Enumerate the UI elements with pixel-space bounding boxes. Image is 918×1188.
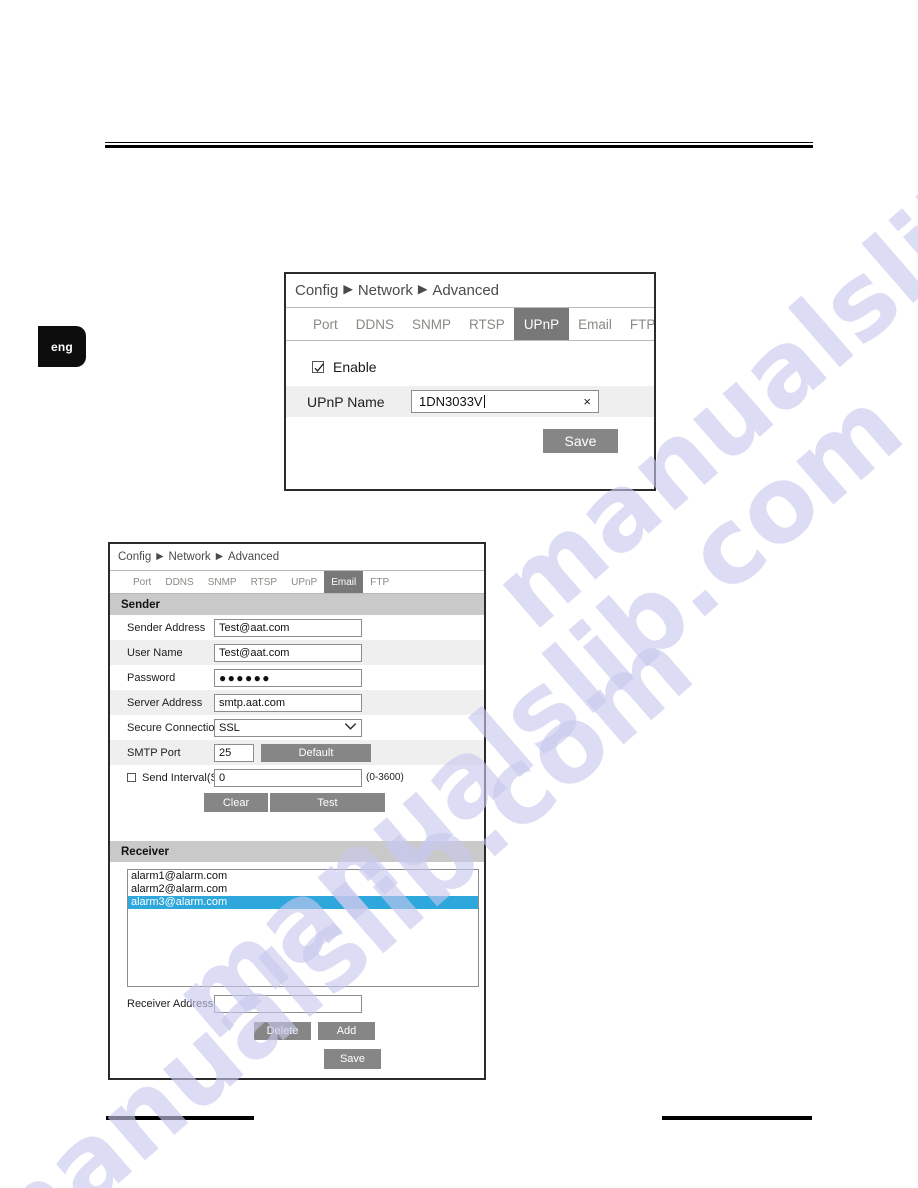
send-interval-hint: (0-3600) bbox=[366, 772, 404, 783]
tab-ddns[interactable]: DDNS bbox=[347, 308, 403, 340]
tab-rtsp[interactable]: RTSP bbox=[244, 571, 285, 593]
smtp-port-row: SMTP Port 25 Default bbox=[110, 740, 484, 765]
tab-ftp[interactable]: FTP bbox=[621, 308, 654, 340]
sender-address-input[interactable]: Test@aat.com bbox=[214, 618, 362, 637]
user-name-input[interactable]: Test@aat.com bbox=[214, 643, 362, 662]
receiver-actions-row: Delete Add bbox=[110, 1022, 484, 1040]
breadcrumb-item-config[interactable]: Config bbox=[118, 551, 151, 563]
password-row: Password ●●●●●● bbox=[110, 665, 484, 690]
user-name-row: User Name Test@aat.com bbox=[110, 640, 484, 665]
user-name-value: Test@aat.com bbox=[219, 646, 290, 659]
send-interval-checkbox[interactable] bbox=[127, 773, 136, 782]
breadcrumb: Config ▶ Network ▶ Advanced bbox=[110, 544, 484, 571]
text-caret bbox=[483, 395, 485, 408]
tab-port[interactable]: Port bbox=[304, 308, 347, 340]
email-save-row: Save bbox=[110, 1049, 484, 1069]
clear-icon[interactable]: × bbox=[583, 394, 591, 409]
smtp-port-label: SMTP Port bbox=[127, 746, 181, 759]
breadcrumb-separator-icon: ▶ bbox=[417, 282, 428, 297]
upnp-settings-panel: Config ▶ Network ▶ Advanced Port DDNS SN… bbox=[284, 272, 656, 491]
tab-upnp[interactable]: UPnP bbox=[513, 308, 570, 340]
smtp-port-input[interactable]: 25 bbox=[214, 743, 254, 762]
breadcrumb-item-config[interactable]: Config bbox=[295, 282, 338, 299]
password-value: ●●●●●● bbox=[219, 670, 271, 685]
breadcrumb-item-advanced[interactable]: Advanced bbox=[228, 551, 279, 563]
breadcrumb-separator-icon: ▶ bbox=[343, 282, 353, 297]
send-interval-label-group: Send Interval(S) bbox=[110, 772, 221, 784]
tabstrip: Port DDNS SNMP RTSP UPnP Email FTP bbox=[286, 308, 654, 341]
upnp-name-row: UPnP Name 1DN3033V × bbox=[286, 386, 654, 417]
server-address-value: smtp.aat.com bbox=[219, 696, 286, 709]
enable-label: Enable bbox=[333, 359, 377, 375]
add-button[interactable]: Add bbox=[318, 1022, 375, 1040]
breadcrumb-item-network[interactable]: Network bbox=[358, 282, 413, 299]
receiver-address-input[interactable] bbox=[214, 995, 362, 1013]
send-interval-value: 0 bbox=[219, 771, 226, 784]
delete-button[interactable]: Delete bbox=[254, 1022, 311, 1040]
receiver-address-row: Receiver Address bbox=[110, 992, 484, 1016]
upnp-name-value: 1DN3033V bbox=[419, 394, 483, 409]
receiver-list[interactable]: alarm1@alarm.com alarm2@alarm.com alarm3… bbox=[127, 869, 479, 987]
password-label: Password bbox=[127, 671, 176, 684]
footer-rule-left bbox=[106, 1116, 254, 1120]
server-address-label: Server Address bbox=[127, 696, 203, 709]
secure-connection-value: SSL bbox=[219, 721, 240, 734]
sender-address-label: Sender Address bbox=[127, 621, 206, 634]
tab-snmp[interactable]: SNMP bbox=[201, 571, 244, 593]
chevron-down-icon bbox=[344, 722, 357, 734]
footer-rule-right bbox=[662, 1116, 812, 1120]
password-input[interactable]: ●●●●●● bbox=[214, 668, 362, 687]
sender-address-value: Test@aat.com bbox=[219, 621, 290, 634]
receiver-section-header: Receiver bbox=[110, 841, 484, 862]
language-tab-eng: eng bbox=[38, 326, 86, 367]
server-address-input[interactable]: smtp.aat.com bbox=[214, 693, 362, 712]
send-interval-row: Send Interval(S) 0 (0-3600) bbox=[110, 765, 484, 790]
tab-upnp[interactable]: UPnP bbox=[284, 571, 324, 593]
list-item[interactable]: alarm3@alarm.com bbox=[128, 896, 478, 909]
list-item[interactable]: alarm2@alarm.com bbox=[128, 883, 478, 896]
sender-address-row: Sender Address Test@aat.com bbox=[110, 615, 484, 640]
page-header-rule bbox=[105, 142, 813, 148]
smtp-port-value: 25 bbox=[219, 746, 232, 759]
upnp-name-label: UPnP Name bbox=[307, 393, 385, 410]
save-button[interactable]: Save bbox=[324, 1049, 381, 1069]
tab-ddns[interactable]: DDNS bbox=[158, 571, 200, 593]
upnp-save-row: Save bbox=[286, 429, 654, 453]
breadcrumb-separator-icon: ▶ bbox=[156, 550, 164, 562]
tab-email[interactable]: Email bbox=[569, 308, 621, 340]
enable-row: Enable bbox=[286, 352, 654, 382]
default-button[interactable]: Default bbox=[261, 743, 371, 762]
tab-snmp[interactable]: SNMP bbox=[403, 308, 460, 340]
list-item[interactable]: alarm1@alarm.com bbox=[128, 870, 478, 883]
receiver-address-label: Receiver Address bbox=[127, 998, 214, 1010]
save-button[interactable]: Save bbox=[543, 429, 618, 453]
enable-checkbox[interactable] bbox=[312, 361, 324, 373]
test-button[interactable]: Test bbox=[270, 793, 385, 812]
user-name-label: User Name bbox=[127, 646, 183, 659]
upnp-name-input[interactable]: 1DN3033V × bbox=[411, 390, 599, 413]
send-interval-input[interactable]: 0 bbox=[214, 768, 362, 787]
tab-port[interactable]: Port bbox=[126, 571, 158, 593]
tabstrip: Port DDNS SNMP RTSP UPnP Email FTP bbox=[110, 571, 484, 594]
send-interval-label: Send Interval(S) bbox=[142, 771, 222, 784]
breadcrumb-separator-icon: ▶ bbox=[215, 550, 223, 562]
tab-email[interactable]: Email bbox=[324, 571, 364, 593]
secure-connection-select[interactable]: SSL bbox=[214, 718, 362, 737]
email-settings-panel: Config ▶ Network ▶ Advanced Port DDNS SN… bbox=[108, 542, 486, 1080]
tab-rtsp[interactable]: RTSP bbox=[460, 308, 514, 340]
tab-ftp[interactable]: FTP bbox=[363, 571, 396, 593]
secure-connection-row: Secure Connection SSL bbox=[110, 715, 484, 740]
clear-button[interactable]: Clear bbox=[204, 793, 268, 812]
sender-actions-row: Clear Test bbox=[110, 793, 484, 812]
breadcrumb: Config ▶ Network ▶ Advanced bbox=[286, 274, 654, 308]
secure-connection-label: Secure Connection bbox=[127, 721, 221, 734]
breadcrumb-item-network[interactable]: Network bbox=[169, 551, 211, 563]
sender-section-header: Sender bbox=[110, 594, 484, 615]
breadcrumb-item-advanced[interactable]: Advanced bbox=[432, 282, 499, 299]
server-address-row: Server Address smtp.aat.com bbox=[110, 690, 484, 715]
